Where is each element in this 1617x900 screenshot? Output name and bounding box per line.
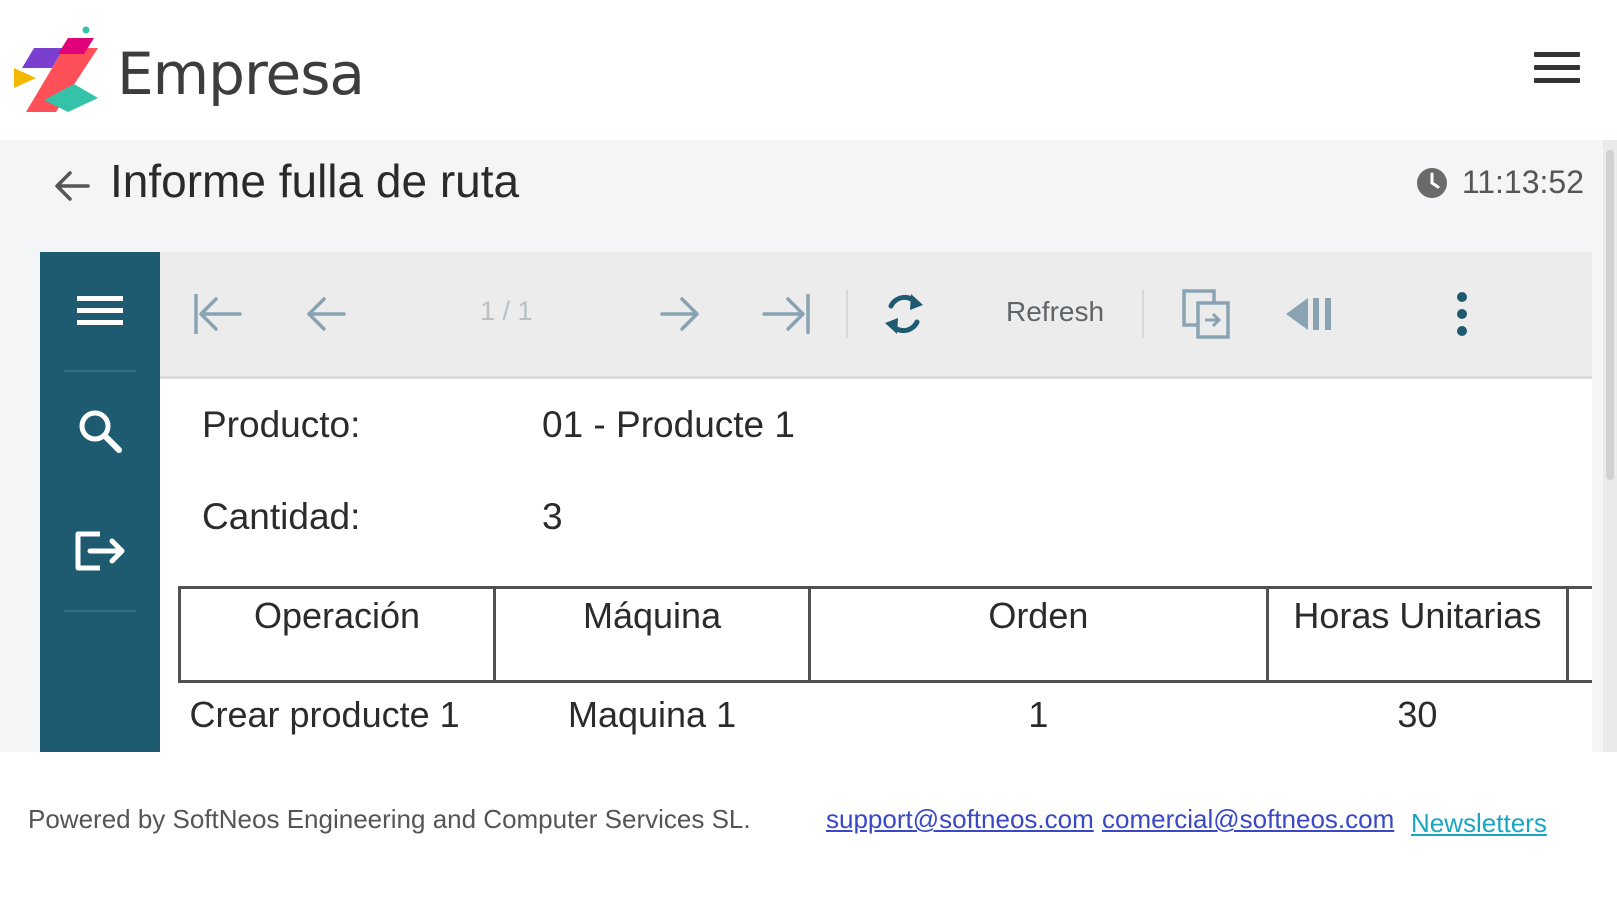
more-options-icon [1457, 292, 1467, 336]
cell-maquina: Maquina 1 [567, 694, 737, 735]
sidebar-menu-button[interactable] [40, 252, 160, 370]
powered-by-text: Powered by SoftNeos Engineering and Comp… [28, 804, 751, 834]
empresa-logo [14, 26, 98, 112]
column-header-empty [1566, 586, 1592, 683]
brand-name: Empresa [117, 40, 365, 108]
main-content: Informe fulla de ruta 11:13:52 1 / 1 Ref… [0, 140, 1617, 752]
search-icon [79, 410, 122, 453]
previous-page-icon [307, 297, 346, 331]
next-page-icon [660, 297, 699, 331]
last-page-button[interactable] [756, 286, 816, 342]
page-scrollbar[interactable] [1603, 140, 1617, 752]
product-label: Producto: [202, 404, 361, 445]
refresh-label[interactable]: Refresh [1006, 296, 1104, 328]
sidebar-search-button[interactable] [40, 372, 160, 490]
menu-icon [77, 296, 123, 325]
column-header-horas-unitarias: Horas Unitarias [1265, 586, 1570, 683]
refresh-button[interactable] [876, 286, 932, 342]
menu-line [1534, 65, 1580, 70]
next-page-button[interactable] [652, 286, 708, 342]
quantity-label: Cantidad: [202, 496, 361, 537]
cell-horas-unitarias: 30 [1397, 694, 1438, 735]
menu-line [1534, 52, 1580, 57]
support-email-link[interactable]: support@softneos.com [826, 804, 1094, 835]
first-page-button[interactable] [190, 286, 246, 342]
page-indicator: 1 / 1 [480, 296, 533, 326]
logout-icon [75, 531, 125, 571]
toolbar-separator [1142, 290, 1144, 338]
more-options-button[interactable] [1442, 286, 1482, 342]
last-page-icon [762, 294, 810, 334]
toolbar-separator [846, 290, 848, 338]
column-header-maquina: Máquina [493, 586, 812, 683]
table-row: Crear producte 1 Maquina 1 1 30 [180, 682, 1593, 748]
sidebar-logout-button[interactable] [40, 492, 160, 610]
menu-line [1534, 78, 1580, 83]
export-icon [1182, 289, 1230, 339]
clock-time: 11:13:52 [1461, 164, 1584, 200]
back-arrow-icon[interactable] [52, 166, 92, 206]
first-page-icon [194, 294, 242, 334]
cell-operacion: Crear producte 1 [189, 694, 460, 735]
refresh-icon [885, 294, 923, 334]
column-header-operacion: Operación [177, 586, 497, 683]
cell-empty [1568, 682, 1592, 748]
commercial-email-link[interactable]: comercial@softneos.com [1102, 804, 1394, 835]
column-header-orden: Orden [808, 586, 1269, 683]
previous-page-button[interactable] [298, 286, 354, 342]
page-title: Informe fulla de ruta [110, 155, 520, 207]
sidebar-divider [64, 610, 136, 612]
clock-icon [1416, 167, 1447, 198]
report-toolbar: 1 / 1 Refresh [160, 252, 1592, 379]
toggle-sidebar-button[interactable] [1280, 286, 1340, 342]
clock: 11:13:52 [1416, 164, 1584, 201]
page-footer: Powered by SoftNeos Engineering and Comp… [0, 752, 1617, 900]
report-viewer: 1 / 1 Refresh Producto: 01 - Producte 1 … [160, 252, 1592, 752]
product-value: 01 - Producte 1 [542, 404, 795, 445]
toggle-sidebar-icon [1286, 298, 1331, 330]
newsletters-link[interactable]: Newsletters [1411, 808, 1547, 839]
top-header: Empresa [0, 0, 1617, 140]
cell-orden: 1 [1028, 694, 1049, 735]
main-menu-button[interactable] [1534, 52, 1580, 88]
viewer-sidebar [40, 252, 160, 752]
quantity-value: 3 [542, 496, 563, 537]
table-header-row: Operación Máquina Orden Horas Unitarias [177, 586, 1592, 683]
scrollbar-thumb[interactable] [1606, 150, 1614, 480]
operations-table: Operación Máquina Orden Horas Unitarias … [177, 586, 1593, 748]
export-button[interactable] [1176, 286, 1236, 342]
